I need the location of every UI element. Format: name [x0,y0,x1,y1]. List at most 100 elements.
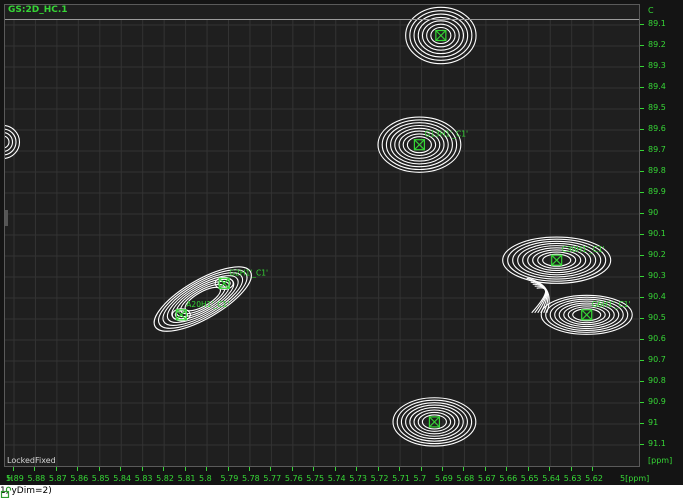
x-tick-label: 5.69 [435,474,453,483]
y-tick-label: 89.3 [648,61,666,70]
x-tick-label: 5.82 [156,474,174,483]
x-tick-mark [291,467,293,471]
y-axis-nucleus-label: C [648,6,654,15]
x-tick-mark [463,467,465,471]
x-tick-label: 5.76 [284,474,303,483]
y-tick-mark [640,297,644,298]
x-tick-mark [549,467,551,471]
contour-plot[interactable]: G13H1'_C1' G2H1'_C1' A20H1'_C1' C30H1'_C1' G… [5,5,640,467]
x-tick-label: 5.75 [306,474,325,483]
x-tick-mark [227,467,229,471]
y-tick-mark [640,87,644,88]
y-tick-mark [640,276,644,277]
plot-top-divider [5,19,639,20]
x-tick-label: 5.88 [27,474,46,483]
x-tick-mark [163,467,165,471]
spectrum-title: GS:2D_HC.1 [8,5,68,15]
x-tick-label: 5.7 [413,474,427,483]
y-tick-mark [640,381,644,382]
x-tick-mark [484,467,486,471]
x-tick-label: 5.65 [520,474,539,483]
y-tick-label: 89.7 [648,145,666,154]
spectrum-plot-area[interactable]: G13H1'_C1' G2H1'_C1' A20H1'_C1' C30H1'_C1' G… [4,4,640,467]
x-tick-mark [248,467,250,471]
x-tick-mark [34,467,36,471]
x-tick-label: 5.74 [327,474,346,483]
lock-status-label: LockedFixed [7,456,56,465]
peak-markers: G13H1'_C1' G2H1'_C1' A20H1'_C1' C30H1'_C1' G… [175,29,631,428]
y-axis-unit: [ppm] [648,456,673,465]
x-tick-mark [184,467,186,471]
x-tick-label: 5.79 [220,474,239,483]
y-tick-label: 90 [648,208,659,217]
x-tick-mark [399,467,401,471]
x-tick-mark [592,467,594,471]
y-tick-label: 89.4 [648,82,666,91]
y-tick-mark [640,45,644,46]
peak-label: C30H1'_C1' [562,245,605,254]
y-tick-mark [640,24,644,25]
status-bar: 1, yDim=2) [0,485,683,500]
x-tick-label: 5.64 [542,474,561,483]
y-tick-label: 91 [648,418,659,427]
y-tick-mark [640,171,644,172]
x-tick-label: 5.8 [199,474,212,483]
y-tick-label: 90.3 [648,271,666,280]
resize-handle[interactable] [5,210,8,226]
peak-label: A20H1'_C1' [186,300,229,309]
spectrum-viewer: G13H1'_C1' G2H1'_C1' A20H1'_C1' C30H1'_C1' G… [0,0,683,500]
x-tick-mark [356,467,358,471]
y-tick-mark [640,318,644,319]
y-tick-mark [640,255,644,256]
x-tick-label: 5.73 [349,474,367,483]
x-tick-mark [570,467,572,471]
x-tick-mark [442,467,443,471]
x-tick-mark [420,467,422,471]
x-tick-mark [77,467,79,471]
y-tick-label: 89.1 [648,19,666,28]
x-tick-mark [141,467,143,471]
x-tick-label: 5.62 [585,474,603,483]
y-tick-mark [640,108,644,109]
x-tick-label: 5.84 [113,474,132,483]
y-tick-mark [640,213,644,214]
y-tick-label: 90.8 [648,376,666,385]
x-tick-label: 5.83 [134,474,153,483]
x-tick-mark [527,467,529,471]
x-tick-label: 5.78 [241,474,260,483]
y-tick-label: 89.9 [648,187,666,196]
contour-ring [5,135,10,149]
y-tick-label: 90.1 [648,229,666,238]
y-tick-label: 90.5 [648,313,666,322]
y-tick-label: 91.1 [648,439,666,448]
x-tick-mark [98,467,100,471]
y-tick-label: 90.9 [648,397,666,406]
x-tick-mark [506,467,508,471]
x-tick-mark [377,467,379,471]
peak-marker-top [435,29,447,42]
y-tick-mark [640,129,644,130]
x-tick-label: 5.86 [70,474,89,483]
x-tick-label: 5.87 [48,474,67,483]
x-tick-label: 5.81 [177,474,196,483]
contour-lines [5,6,633,447]
x-tick-mark [313,467,315,471]
y-tick-label: 89.6 [648,124,666,133]
y-tick-mark [640,360,644,361]
peak-label: G6H1'_C1' [592,300,631,309]
lock-open-icon[interactable] [0,486,12,498]
x-tick-label: 5.77 [263,474,282,483]
y-tick-mark [640,339,644,340]
x-tick-mark [120,467,122,471]
x-tick-label: 5.89 [6,474,24,483]
y-tick-mark [640,402,644,403]
x-tick-label: 5.63 [563,474,582,483]
y-tick-label: 89.8 [648,166,666,175]
y-tick-mark [640,66,644,67]
y-tick-label: 90.6 [648,334,666,343]
x-tick-mark [334,467,336,471]
x-axis-unit: 5[ppm] [620,474,650,483]
y-tick-label: 90.7 [648,355,666,364]
x-tick-label: 5.71 [392,474,410,483]
y-tick-mark [640,234,644,235]
